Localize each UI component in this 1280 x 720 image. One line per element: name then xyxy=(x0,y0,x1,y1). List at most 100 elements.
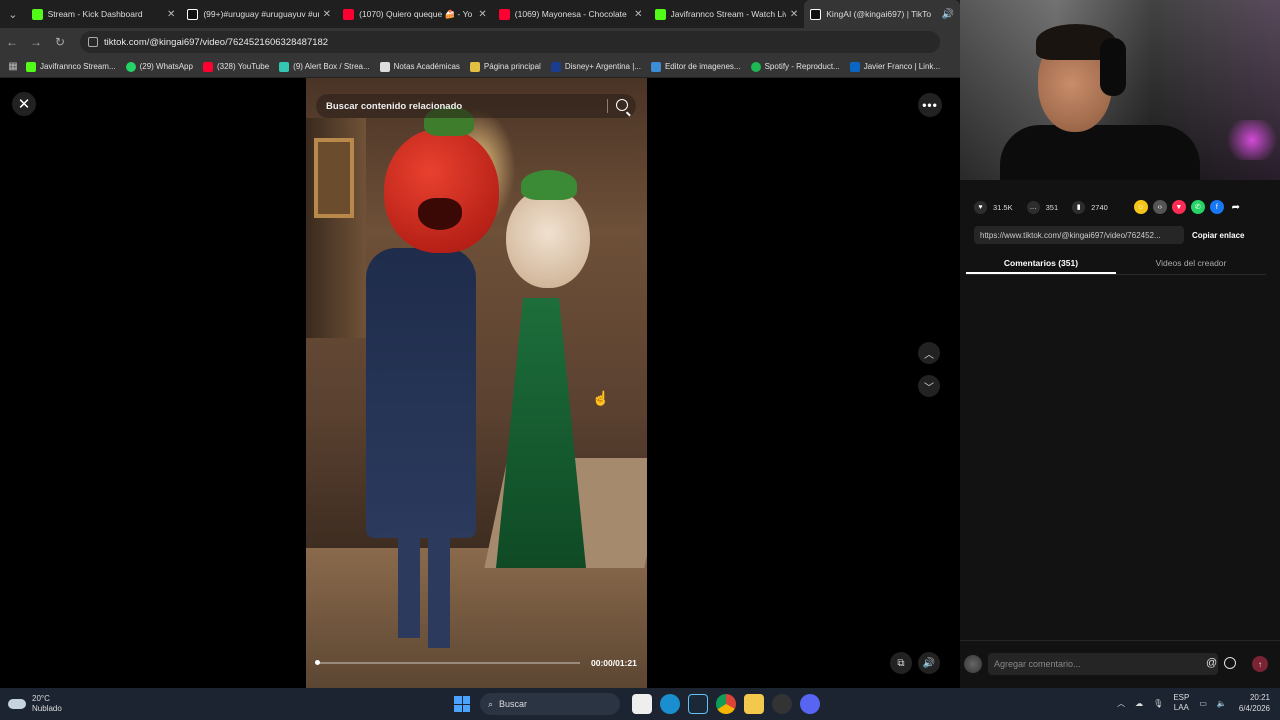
picture-in-picture-icon[interactable]: ⧉ xyxy=(890,652,912,674)
webcam-overlay xyxy=(960,0,1280,180)
steam-icon[interactable] xyxy=(688,694,708,714)
file-explorer-icon[interactable] xyxy=(632,694,652,714)
address-bar: ← → ↻ tiktok.com/@kingai697/video/762452… xyxy=(0,28,960,56)
chrome-icon[interactable] xyxy=(716,694,736,714)
save-button[interactable]: ▮ 2740 xyxy=(1072,200,1108,214)
emoji-icon[interactable] xyxy=(1224,657,1236,669)
tab-youtube-queque[interactable]: (1070) Quiero queque 🍰 - Yo ✕ xyxy=(337,0,493,28)
kick-icon xyxy=(31,8,43,20)
bookmark-item[interactable]: (9) Alert Box / Strea... xyxy=(279,61,370,72)
cloud-icon xyxy=(8,699,26,709)
kick-icon xyxy=(654,8,666,20)
reload-icon[interactable]: ↻ xyxy=(48,35,72,49)
share-arrow-icon[interactable]: ➦ xyxy=(1229,200,1243,214)
bookmark-item[interactable]: Notas Académicas xyxy=(379,61,460,72)
tab-tiktok-kingai[interactable]: KingAI (@kingai697) | TikTo 🔊 xyxy=(804,0,960,28)
browser-tab-bar: ⌄ Stream - Kick Dashboard ✕ (99+)#urugua… xyxy=(0,0,960,28)
language-indicator[interactable]: ESP LAA xyxy=(1173,693,1189,713)
tab-youtube-mayonesa[interactable]: (1069) Mayonesa - Chocolate ✕ xyxy=(493,0,649,28)
close-tab-icon[interactable]: ✕ xyxy=(323,9,331,20)
whatsapp-icon xyxy=(125,61,136,72)
linkedin-icon xyxy=(849,61,860,72)
tiktok-video-page: ✕ ☝ Buscar contenido relacionado ••• ︿ ﹀ xyxy=(0,78,960,688)
chevron-up-icon[interactable]: ︿ xyxy=(918,342,940,364)
bookmark-item[interactable]: Spotify - Reproduct... xyxy=(750,61,840,72)
search-icon: ⌕ xyxy=(488,698,494,709)
facebook-icon[interactable]: f xyxy=(1209,200,1224,214)
bookmark-item[interactable]: Javifrannco Stream... xyxy=(26,61,116,72)
embed-icon[interactable]: ‹› xyxy=(1152,200,1167,214)
avatar xyxy=(964,655,982,673)
bookmark-icon: ▮ xyxy=(1072,200,1086,214)
tab-comments[interactable]: Comentarios (351) xyxy=(966,253,1116,274)
mention-icon[interactable]: @ xyxy=(1206,657,1217,669)
comment-composer: Agregar comentario... @ ↑ xyxy=(960,640,1280,688)
bookmark-item[interactable]: (29) WhatsApp xyxy=(125,61,193,72)
url-input[interactable]: tiktok.com/@kingai697/video/762452160632… xyxy=(80,31,940,53)
video-time: 00:00/01:21 xyxy=(591,658,637,668)
discord-icon[interactable] xyxy=(800,694,820,714)
comments-button[interactable]: … 351 xyxy=(1026,200,1058,214)
spotify-icon xyxy=(750,61,761,72)
close-tab-icon[interactable]: ✕ xyxy=(634,9,642,20)
tab-tiktok-uruguay[interactable]: (99+)#uruguay #uruguayuv #ur ✕ xyxy=(181,0,337,28)
whatsapp-icon[interactable]: ✆ xyxy=(1190,200,1205,214)
apps-grid-icon[interactable]: ▦ xyxy=(0,61,26,72)
related-search-input[interactable]: Buscar contenido relacionado xyxy=(316,94,636,118)
chevron-down-icon[interactable]: ﹀ xyxy=(918,375,940,397)
close-tab-icon[interactable]: ✕ xyxy=(167,9,175,20)
painting xyxy=(314,138,354,218)
taskbar-apps: ⌕ Buscar xyxy=(454,692,824,716)
forward-icon[interactable]: → xyxy=(24,35,48,49)
speaker-icon[interactable]: 🔊 xyxy=(942,9,954,20)
page-icon xyxy=(469,61,480,72)
windows-start-icon[interactable] xyxy=(454,696,470,712)
bookmark-item[interactable]: Javier Franco | Link... xyxy=(849,61,940,72)
bookmark-item[interactable]: (328) YouTube xyxy=(202,61,269,72)
tab-kick-stream[interactable]: Javifrannco Stream - Watch Liv ✕ xyxy=(649,0,805,28)
share-link-row: https://www.tiktok.com/@kingai697/video/… xyxy=(974,226,1266,244)
copy-link-button[interactable]: Copiar enlace xyxy=(1192,231,1244,240)
strawberry-woman-dress xyxy=(496,298,586,568)
more-options-icon[interactable]: ••• xyxy=(918,93,942,117)
close-tab-icon[interactable]: ✕ xyxy=(790,9,798,20)
windows-taskbar: 20°C Nublado ⌕ Buscar ︿ ☁ 🎙 ESP LAA ▭ 🔈 … xyxy=(0,688,1280,720)
close-tab-icon[interactable]: ✕ xyxy=(478,9,486,20)
volume-icon[interactable]: 🔊 xyxy=(918,652,940,674)
onedrive-icon[interactable]: ☁ xyxy=(1135,699,1143,708)
comment-input[interactable]: Agregar comentario... xyxy=(988,653,1218,675)
weather-widget[interactable]: 20°C Nublado xyxy=(8,694,62,714)
close-icon[interactable]: ✕ xyxy=(12,92,36,116)
chevron-up-icon[interactable]: ︿ xyxy=(1117,698,1125,709)
bookmark-item[interactable]: Página principal xyxy=(469,61,541,72)
tab-kick-dashboard[interactable]: Stream - Kick Dashboard ✕ xyxy=(26,0,182,28)
clock[interactable]: 20:21 6/4/2026 xyxy=(1239,692,1270,714)
strawberry-woman-head xyxy=(506,188,590,288)
microphone-icon[interactable]: 🎙 xyxy=(1153,699,1163,708)
coin-icon[interactable]: ☺ xyxy=(1133,200,1148,214)
obs-icon[interactable] xyxy=(772,694,792,714)
bookmark-item[interactable]: Disney+ Argentina |... xyxy=(550,61,641,72)
tab-creator-videos[interactable]: Videos del creador xyxy=(1116,253,1266,274)
folder-icon[interactable] xyxy=(744,694,764,714)
kick-icon xyxy=(26,61,36,72)
hand-cursor-icon: ☝ xyxy=(592,390,610,406)
video-progress-bar[interactable] xyxy=(316,662,580,664)
volume-icon[interactable]: 🔈 xyxy=(1217,699,1227,708)
tiktok-icon xyxy=(187,8,199,20)
network-icon[interactable]: ▭ xyxy=(1199,699,1207,708)
video-link-field[interactable]: https://www.tiktok.com/@kingai697/video/… xyxy=(974,226,1184,244)
tab-search-icon[interactable]: ⌄ xyxy=(0,0,26,28)
send-icon[interactable]: ↑ xyxy=(1252,656,1268,672)
bookmark-item[interactable]: Editor de imagenes... xyxy=(650,61,741,72)
like-button[interactable]: ♥ 31.5K xyxy=(974,200,1013,214)
taskbar-search[interactable]: ⌕ Buscar xyxy=(480,693,620,715)
send-to-friends-icon[interactable]: ▼ xyxy=(1171,200,1186,214)
video-player[interactable]: ☝ xyxy=(306,78,647,688)
site-info-icon[interactable] xyxy=(88,37,98,47)
progress-handle[interactable] xyxy=(315,660,320,665)
headset xyxy=(1100,38,1126,96)
search-icon[interactable] xyxy=(616,99,628,111)
back-icon[interactable]: ← xyxy=(0,35,24,49)
edge-icon[interactable] xyxy=(660,694,680,714)
